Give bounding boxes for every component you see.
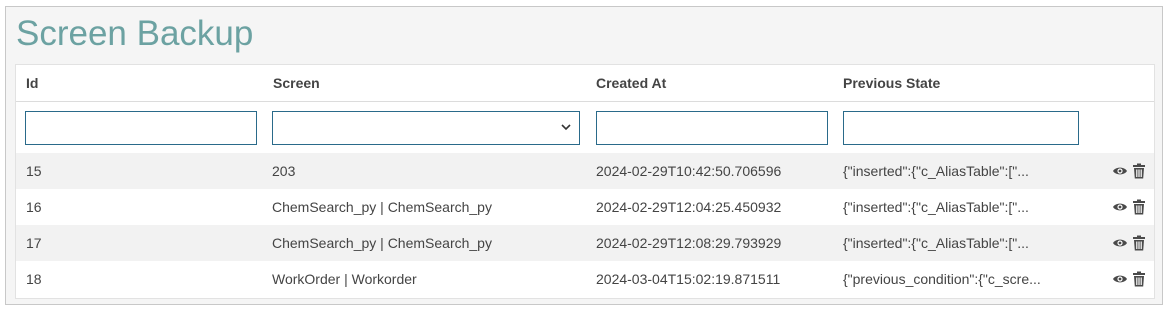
backup-table: Id Screen Created At Previous State 15 2… — [15, 64, 1155, 299]
table-row[interactable]: 15 203 2024-02-29T10:42:50.706596 {"inse… — [16, 153, 1154, 189]
eye-icon[interactable] — [1112, 163, 1128, 179]
cell-created-at: 2024-02-29T12:04:25.450932 — [596, 199, 782, 215]
column-header-previous-state[interactable]: Previous State — [843, 65, 940, 102]
chevron-down-icon — [561, 124, 571, 131]
screen-backup-panel: Screen Backup Id Screen Created At Previ… — [5, 6, 1163, 305]
cell-screen: 203 — [272, 163, 296, 179]
cell-screen: ChemSearch_py | ChemSearch_py — [272, 199, 492, 215]
cell-screen: ChemSearch_py | ChemSearch_py — [272, 235, 492, 251]
table-row[interactable]: 16 ChemSearch_py | ChemSearch_py 2024-02… — [16, 189, 1154, 225]
row-actions — [1112, 235, 1146, 251]
filter-row — [16, 102, 1154, 153]
page-title: Screen Backup — [16, 14, 254, 53]
row-actions — [1112, 163, 1146, 179]
previous-state-filter-input[interactable] — [843, 111, 1079, 145]
cell-id: 18 — [26, 271, 42, 287]
cell-previous-state: {"inserted":{"c_AliasTable":["... — [843, 235, 1029, 251]
cell-created-at: 2024-02-29T10:42:50.706596 — [596, 163, 782, 179]
cell-id: 17 — [26, 235, 42, 251]
eye-icon[interactable] — [1112, 235, 1128, 251]
table-header: Id Screen Created At Previous State — [16, 65, 1154, 102]
table-row[interactable]: 18 WorkOrder | Workorder 2024-03-04T15:0… — [16, 261, 1154, 297]
column-header-id[interactable]: Id — [26, 65, 38, 102]
row-actions — [1112, 271, 1146, 287]
eye-icon[interactable] — [1112, 199, 1128, 215]
trash-icon[interactable] — [1132, 271, 1146, 287]
cell-previous-state: {"inserted":{"c_AliasTable":["... — [843, 163, 1029, 179]
cell-screen: WorkOrder | Workorder — [272, 271, 417, 287]
screen-filter-select[interactable] — [272, 111, 580, 145]
column-header-created-at[interactable]: Created At — [596, 65, 666, 102]
column-header-screen[interactable]: Screen — [273, 65, 320, 102]
cell-previous-state: {"inserted":{"c_AliasTable":["... — [843, 199, 1029, 215]
cell-previous-state: {"previous_condition":{"c_scre... — [843, 271, 1041, 287]
id-filter-input[interactable] — [25, 111, 257, 145]
eye-icon[interactable] — [1112, 271, 1128, 287]
trash-icon[interactable] — [1132, 199, 1146, 215]
created-at-filter-input[interactable] — [596, 111, 828, 145]
cell-id: 15 — [26, 163, 42, 179]
cell-id: 16 — [26, 199, 42, 215]
row-actions — [1112, 199, 1146, 215]
table-row[interactable]: 17 ChemSearch_py | ChemSearch_py 2024-02… — [16, 225, 1154, 261]
cell-created-at: 2024-02-29T12:08:29.793929 — [596, 235, 782, 251]
cell-created-at: 2024-03-04T15:02:19.871511 — [596, 271, 781, 287]
trash-icon[interactable] — [1132, 163, 1146, 179]
trash-icon[interactable] — [1132, 235, 1146, 251]
